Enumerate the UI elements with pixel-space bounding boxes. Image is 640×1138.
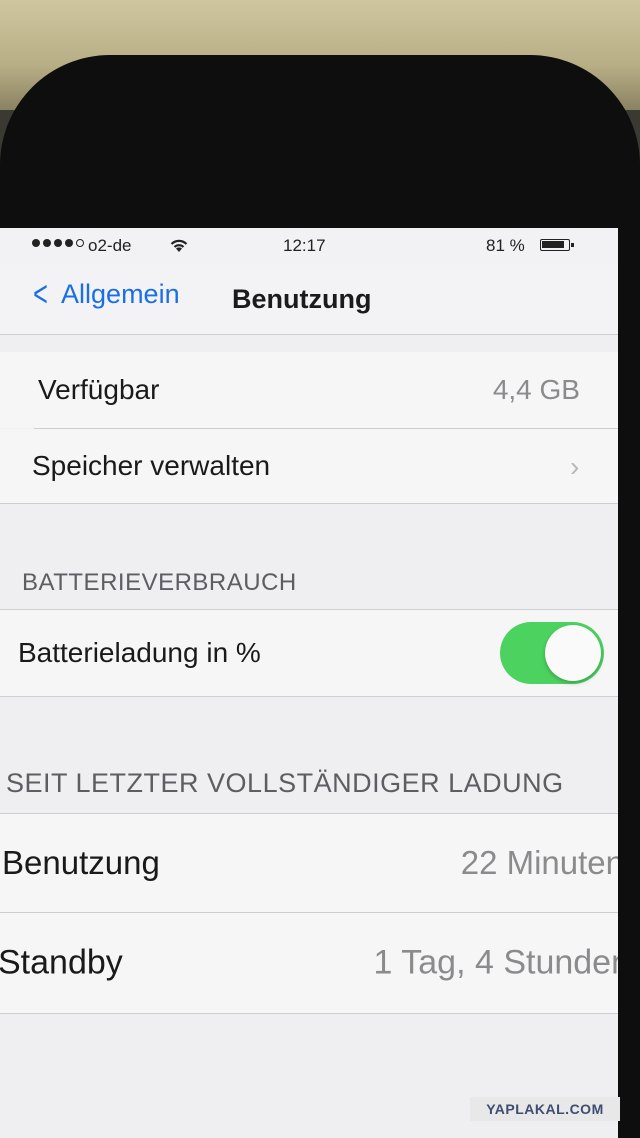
list-item-battery-percentage: Batterieladung in %: [0, 610, 618, 696]
watermark: YAPLAKAL.COM: [470, 1097, 620, 1121]
row-value: 4,4 GB: [492, 374, 580, 405]
section-header-battery: BATTERIEVERBRAUCH: [22, 569, 297, 596]
divider: [0, 334, 618, 335]
signal-strength-icon: [32, 239, 84, 247]
clock: 12:17: [283, 236, 326, 255]
section-header-since-charge: SEIT LETZTER VOLLSTÄNDIGER LADUNG: [6, 768, 564, 798]
list-item-manage-storage[interactable]: Speicher verwalten ›: [0, 429, 618, 503]
page-title: Benutzung: [232, 284, 372, 314]
phone-screen: o2-de 12:17 81 % < Allgemein Benutzung V…: [0, 228, 618, 1138]
chevron-left-icon: <: [33, 273, 48, 314]
status-bar: o2-de 12:17 81 %: [0, 228, 618, 264]
row-label: Verfügbar: [38, 374, 160, 405]
battery-percentage-toggle[interactable]: [500, 622, 604, 684]
row-value: 22 Minuten: [460, 844, 618, 881]
divider: [0, 1013, 618, 1014]
row-label: Batterieladung in %: [18, 637, 261, 668]
chevron-right-icon: ›: [570, 451, 580, 482]
row-label: Benutzung: [2, 844, 160, 881]
toggle-knob: [545, 625, 601, 681]
divider: [0, 696, 618, 697]
battery-icon: [540, 239, 574, 251]
row-label: Standby: [0, 943, 123, 982]
row-value: 1 Tag, 4 Stunden: [373, 943, 618, 982]
back-button-label: Allgemein: [61, 278, 180, 309]
list-item-usage: Benutzung 22 Minuten: [0, 814, 618, 912]
carrier-name: o2-de: [88, 236, 132, 255]
navigation-bar: < Allgemein Benutzung: [0, 264, 618, 334]
list-item-standby: Standby 1 Tag, 4 Stunden: [0, 913, 618, 1013]
back-button[interactable]: < Allgemein: [30, 273, 180, 314]
divider: [0, 503, 618, 504]
battery-percent: 81 %: [486, 236, 525, 255]
row-label: Speicher verwalten: [32, 450, 271, 481]
wifi-icon: [168, 236, 190, 259]
list-item-available: Verfügbar 4,4 GB: [0, 352, 618, 428]
